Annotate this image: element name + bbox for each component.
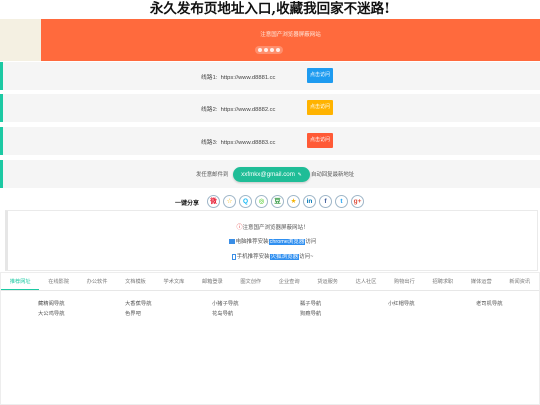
mail-row: 发任意邮件到 xxfmkx@gmail.com ✎ 自动回复最新地址 xyxy=(0,160,540,188)
visit-button-2[interactable]: 点击访问 xyxy=(307,100,333,115)
email-address-pill[interactable]: xxfmkx@gmail.com ✎ xyxy=(233,167,310,182)
googleplus-icon[interactable]: g+ xyxy=(351,195,364,208)
site-link[interactable]: 大香蕉导航 xyxy=(125,299,152,307)
mail-suffix: 自动回复最新地址 xyxy=(311,172,355,178)
tab-14[interactable]: 新闻资讯 xyxy=(500,273,538,290)
site-link[interactable]: 老司机导航 xyxy=(476,299,503,307)
mail-prefix: 发任意邮件到 xyxy=(196,172,229,178)
site-link[interactable]: 藏精阁导航 xyxy=(38,299,65,307)
site-link[interactable]: 大公鸡导航 xyxy=(38,309,65,317)
douban-icon[interactable]: 豆 xyxy=(271,195,284,208)
star-icon[interactable]: ★ xyxy=(287,195,300,208)
site-link[interactable]: 小红帽导航 xyxy=(388,299,415,307)
tab-4[interactable]: 文档模板 xyxy=(116,273,154,290)
phone-icon xyxy=(231,253,236,260)
notice-line-3: 手机推荐安装火狐浏览器访问~ xyxy=(8,252,537,260)
visit-button-3[interactable]: 点击访问 xyxy=(307,133,333,148)
facebook-icon[interactable]: f xyxy=(319,195,332,208)
site-link[interactable]: 狗瘾导航 xyxy=(300,309,321,317)
banner-slide[interactable]: 注意国产浏览器屏蔽网站 xyxy=(41,19,540,61)
qzone-icon[interactable]: ☆ xyxy=(223,195,236,208)
nav-panel: 推荐网址 在线影院 办公软件 文档模板 学术文库 邮箱登录 图文创作 企业查询 货运服务 达人社区… xyxy=(0,272,540,405)
notice-line-2: 电脑推荐安装chrome浏览器访问 xyxy=(8,237,537,245)
wechat-icon[interactable]: ◎ xyxy=(255,195,268,208)
carousel-dot[interactable] xyxy=(270,48,274,52)
tab-10[interactable]: 达人社区 xyxy=(347,273,385,290)
tab-5[interactable]: 学术文库 xyxy=(155,273,193,290)
computer-icon xyxy=(228,239,235,245)
line-2-text: 线路2: https://www.d8882.cc xyxy=(201,107,276,113)
visit-button-1[interactable]: 点击访问 xyxy=(307,68,333,83)
carousel-dot[interactable] xyxy=(258,48,262,52)
page-title: 永久发布页地址入口,收藏我回家不迷路! xyxy=(149,1,391,17)
tab-6[interactable]: 邮箱登录 xyxy=(193,273,231,290)
line-row-2: 线路2: https://www.d8882.cc 点击访问 xyxy=(0,94,540,122)
share-bar: 一键分享 微 ☆ Q ◎ 豆 ★ in f t g+ xyxy=(0,193,540,210)
carousel-dots[interactable] xyxy=(255,46,283,54)
site-link[interactable]: 瓢子导航 xyxy=(300,299,321,307)
line-3-text: 线路3: https://www.d8883.cc xyxy=(201,140,276,146)
site-link[interactable]: 花岛导航 xyxy=(212,309,233,317)
site-link[interactable]: 色界吧 xyxy=(125,309,141,317)
site-link[interactable]: 小猪子导航 xyxy=(212,299,239,307)
share-label: 一键分享 xyxy=(175,201,200,207)
weibo-icon[interactable]: 微 xyxy=(207,195,220,208)
tab-12[interactable]: 招聘求职 xyxy=(424,273,462,290)
tab-7[interactable]: 图文创作 xyxy=(232,273,270,290)
linkedin-icon[interactable]: in xyxy=(303,195,316,208)
banner-text: 注意国产浏览器屏蔽网站 xyxy=(260,32,321,38)
twitter-icon[interactable]: t xyxy=(335,195,348,208)
carousel-dot[interactable] xyxy=(276,48,280,52)
tab-9[interactable]: 货运服务 xyxy=(308,273,346,290)
chrome-link[interactable]: chrome浏览器 xyxy=(268,239,306,245)
category-tabs: 推荐网址 在线影院 办公软件 文档模板 学术文库 邮箱登录 图文创作 企业查询 货运服务 达人社区… xyxy=(1,273,539,291)
qq-icon[interactable]: Q xyxy=(239,195,252,208)
notice-line-1: ⓘ注意国产浏览器屏蔽网站！ xyxy=(236,225,309,231)
line-1-text: 线路1: https://www.d8881.cc xyxy=(201,75,276,81)
tab-2[interactable]: 在线影院 xyxy=(39,273,77,290)
tab-1[interactable]: 推荐网址 xyxy=(1,273,40,290)
carousel-dot[interactable] xyxy=(264,48,268,52)
banner: 注意国产浏览器屏蔽网站 xyxy=(0,19,540,61)
tab-13[interactable]: 媒体运营 xyxy=(462,273,500,290)
line-row-1: 线路1: https://www.d8881.cc 点击访问 xyxy=(0,62,540,90)
firefox-link[interactable]: 火狐浏览器 xyxy=(269,254,300,260)
pencil-icon: ✎ xyxy=(297,172,302,178)
browser-notice: ⓘ注意国产浏览器屏蔽网站！ 电脑推荐安装chrome浏览器访问 手机推荐安装火狐… xyxy=(5,210,538,271)
tab-8[interactable]: 企业查询 xyxy=(270,273,308,290)
line-row-3: 线路3: https://www.d8883.cc 点击访问 xyxy=(0,127,540,155)
tab-11[interactable]: 购物出行 xyxy=(385,273,423,290)
tab-3[interactable]: 办公软件 xyxy=(78,273,116,290)
